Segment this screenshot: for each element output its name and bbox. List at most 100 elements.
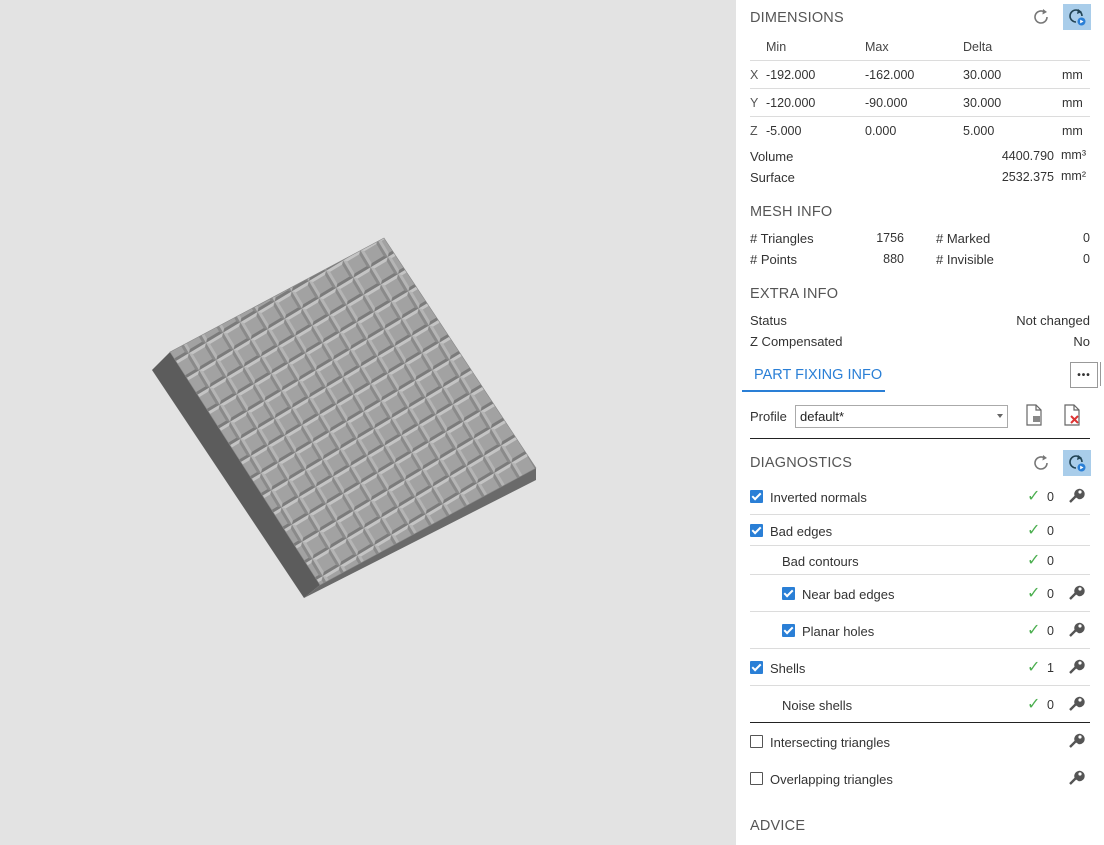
- invisible-value: 0: [1083, 252, 1090, 266]
- x-min-value: -192.000: [766, 68, 816, 82]
- intersecting-triangles-label: Intersecting triangles: [770, 735, 890, 750]
- z-unit: mm: [1062, 124, 1083, 138]
- check-icon: ✓: [1027, 488, 1041, 505]
- intersecting-triangles-checkbox[interactable]: [750, 735, 763, 748]
- surface-unit: mm²: [1061, 169, 1086, 183]
- points-label: # Points: [750, 252, 797, 267]
- axis-y-label: Y: [750, 96, 759, 110]
- overlapping-triangles-label: Overlapping triangles: [770, 772, 893, 787]
- status-value: Not changed: [1016, 313, 1090, 328]
- wrench-icon[interactable]: [1067, 621, 1085, 639]
- invisible-label: # Invisible: [936, 252, 994, 267]
- surface-value: 2532.375: [1001, 170, 1054, 184]
- planar-holes-checkbox[interactable]: [782, 624, 795, 637]
- inverted-normals-count: 0: [1047, 490, 1054, 504]
- 3d-viewport[interactable]: [0, 0, 736, 845]
- check-icon: ✓: [1027, 696, 1041, 713]
- x-delta-value: 30.000: [963, 68, 1002, 82]
- refresh-dimensions-button[interactable]: [1027, 4, 1055, 30]
- wrench-icon[interactable]: [1067, 695, 1085, 713]
- axis-x-label: X: [750, 68, 759, 82]
- profile-label: Profile: [750, 409, 787, 424]
- profile-select[interactable]: default*: [795, 405, 1008, 428]
- y-delta-value: 30.000: [963, 96, 1002, 110]
- overlapping-triangles-checkbox[interactable]: [750, 772, 763, 785]
- auto-refresh-icon: [1069, 9, 1086, 26]
- near-bad-edges-count: 0: [1047, 587, 1054, 601]
- refresh-icon: [1034, 455, 1048, 470]
- surface-label: Surface: [750, 170, 795, 185]
- planar-holes-count: 0: [1047, 624, 1054, 638]
- bad-edges-count: 0: [1047, 524, 1054, 538]
- tab-underline: [742, 390, 885, 392]
- near-bad-edges-checkbox[interactable]: [782, 587, 795, 600]
- check-icon: ✓: [1027, 659, 1041, 676]
- wrench-icon[interactable]: [1067, 732, 1085, 750]
- z-max-value: 0.000: [865, 124, 897, 138]
- wrench-icon[interactable]: [1067, 658, 1085, 676]
- auto-update-diagnostics-button[interactable]: [1063, 450, 1091, 476]
- near-bad-edges-label: Near bad edges: [802, 587, 895, 602]
- tab-part-fixing-info[interactable]: PART FIXING INFO: [754, 367, 882, 383]
- delete-document-icon: [1064, 404, 1080, 426]
- z-compensated-value: No: [1073, 334, 1090, 349]
- check-icon: ✓: [1027, 522, 1041, 539]
- planar-holes-label: Planar holes: [802, 624, 875, 639]
- refresh-icon: [1034, 9, 1048, 24]
- more-icon: •••: [1077, 369, 1091, 381]
- inverted-normals-label: Inverted normals: [770, 490, 867, 505]
- wrench-icon[interactable]: [1067, 769, 1085, 787]
- noise-shells-label: Noise shells: [782, 698, 853, 713]
- inverted-normals-checkbox[interactable]: [750, 490, 763, 503]
- check-icon: ✓: [1027, 552, 1041, 569]
- volume-label: Volume: [750, 149, 794, 164]
- document-icon: [1026, 404, 1042, 426]
- volume-unit: mm³: [1061, 148, 1086, 162]
- dimensions-title: DIMENSIONS: [750, 10, 844, 26]
- z-delta-value: 5.000: [963, 124, 995, 138]
- points-value: 880: [883, 252, 904, 266]
- y-max-value: -90.000: [865, 96, 908, 110]
- y-unit: mm: [1062, 96, 1083, 110]
- status-label: Status: [750, 313, 787, 328]
- auto-refresh-icon: [1069, 455, 1086, 472]
- z-compensated-label: Z Compensated: [750, 334, 843, 349]
- triangles-value: 1756: [876, 231, 904, 245]
- marked-value: 0: [1083, 231, 1090, 245]
- bad-contours-count: 0: [1047, 554, 1054, 568]
- check-icon: ✓: [1027, 585, 1041, 602]
- panel-edge: [1100, 362, 1103, 386]
- wrench-icon[interactable]: [1067, 584, 1085, 602]
- volume-value: 4400.790: [1001, 149, 1054, 163]
- marked-label: # Marked: [936, 231, 991, 246]
- refresh-diagnostics-button[interactable]: [1027, 450, 1055, 476]
- more-options-button[interactable]: •••: [1070, 362, 1098, 388]
- col-min-header: Min: [766, 40, 787, 54]
- shells-count: 1: [1047, 661, 1054, 675]
- diagnostics-title: DIAGNOSTICS: [750, 455, 853, 471]
- x-unit: mm: [1062, 68, 1083, 82]
- x-max-value: -162.000: [865, 68, 915, 82]
- bad-contours-label: Bad contours: [782, 554, 859, 569]
- col-max-header: Max: [865, 40, 889, 54]
- advice-title: ADVICE: [750, 818, 806, 834]
- auto-update-dimensions-button[interactable]: [1063, 4, 1091, 30]
- check-icon: ✓: [1027, 622, 1041, 639]
- delete-profile-button[interactable]: [1058, 402, 1086, 428]
- wrench-icon[interactable]: [1067, 487, 1085, 505]
- z-min-value: -5.000: [766, 124, 802, 138]
- profile-select-value: default*: [800, 409, 845, 424]
- shells-label: Shells: [770, 661, 806, 676]
- part-model[interactable]: [0, 0, 736, 845]
- save-profile-button[interactable]: [1020, 402, 1048, 428]
- noise-shells-count: 0: [1047, 698, 1054, 712]
- bad-edges-label: Bad edges: [770, 524, 833, 539]
- y-min-value: -120.000: [766, 96, 816, 110]
- shells-checkbox[interactable]: [750, 661, 763, 674]
- properties-panel: DIMENSIONS Min Max Delta X -192.000 -162…: [736, 0, 1104, 845]
- col-delta-header: Delta: [963, 40, 993, 54]
- mesh-info-title: MESH INFO: [750, 204, 833, 220]
- bad-edges-checkbox[interactable]: [750, 524, 763, 537]
- triangles-label: # Triangles: [750, 231, 814, 246]
- extra-info-title: EXTRA INFO: [750, 286, 839, 302]
